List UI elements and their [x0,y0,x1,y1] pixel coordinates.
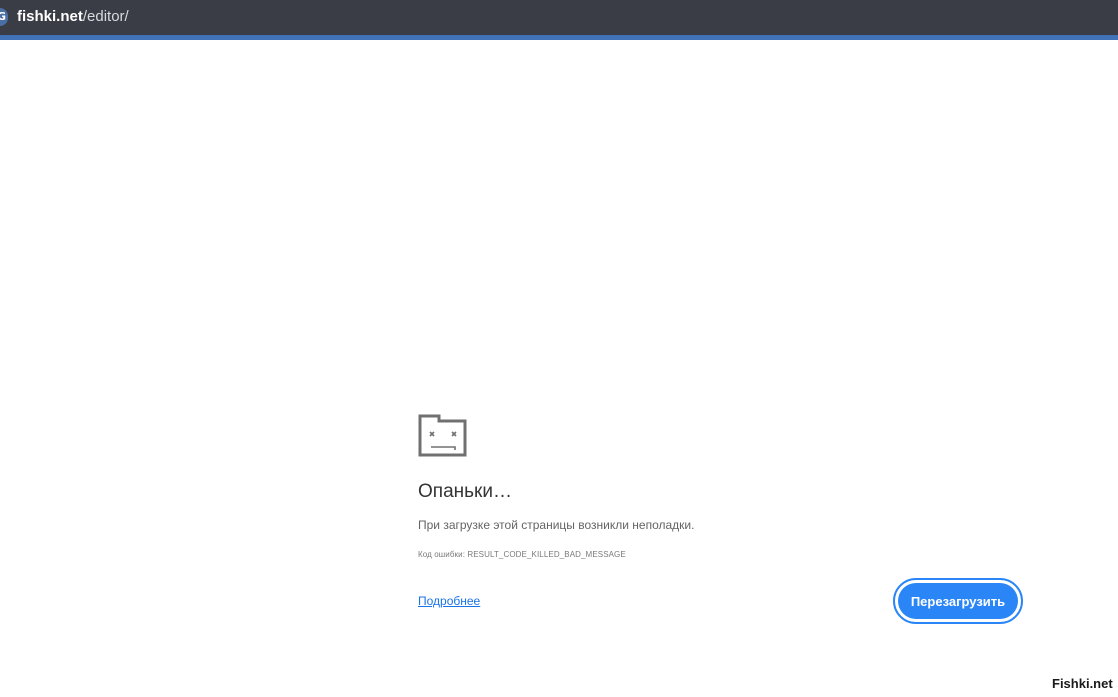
site-favicon-icon: G [0,8,8,26]
sad-tab-icon [418,414,467,457]
error-message: При загрузке этой страницы возникли непо… [418,518,695,532]
reload-button-focus-ring: Перезагрузить [893,578,1023,624]
watermark: Fishki.net [1052,676,1113,691]
browser-address-bar: G fishki.net/editor/ [0,0,1118,35]
address-bar-accent-line [0,35,1118,40]
reload-button[interactable]: Перезагрузить [898,583,1018,619]
url-path: /editor/ [82,8,129,25]
details-link[interactable]: Подробнее [418,594,480,608]
url-host: fishki.net [17,8,83,25]
url-field[interactable]: fishki.net/editor/ [17,8,129,25]
error-code: Код ошибки: RESULT_CODE_KILLED_BAD_MESSA… [418,550,626,559]
error-title: Опаньки… [418,481,512,502]
